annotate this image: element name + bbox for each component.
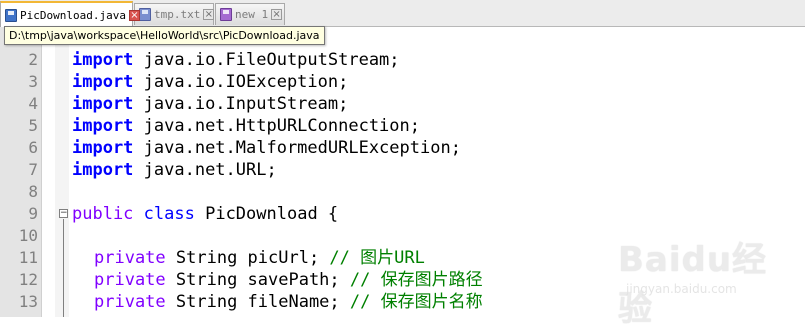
- line-number: 5: [28, 116, 38, 135]
- code-rest: java.net.MalformedURLException;: [133, 138, 461, 158]
- line-number: 8: [28, 182, 38, 201]
- code-line: 7 import java.net.URL;: [0, 159, 805, 181]
- code-text: private String savePath; // 保存图片路径: [94, 269, 483, 291]
- code-line: 2 import java.io.FileOutputStream;: [0, 49, 805, 71]
- code-rest: String picUrl;: [165, 248, 330, 268]
- code-text: private String fileName; // 保存图片名称: [94, 291, 483, 313]
- line-number: 11: [18, 248, 38, 267]
- code-text: import java.net.URL;: [72, 159, 277, 181]
- tab-label: PicDownload.java: [20, 8, 126, 22]
- code-rest: String fileName;: [165, 292, 350, 312]
- code-line: 12 private String savePath; // 保存图片路径: [0, 269, 805, 291]
- line-number: 2: [28, 50, 38, 69]
- keyword: import: [72, 116, 134, 136]
- code-rest: java.io.InputStream;: [133, 94, 349, 114]
- keyword: import: [72, 160, 134, 180]
- keyword: import: [72, 50, 134, 70]
- keyword: import: [72, 138, 134, 158]
- close-icon[interactable]: ×: [128, 9, 140, 21]
- code-line: 8: [0, 181, 805, 203]
- saved-file-icon: [5, 8, 17, 22]
- code-text: import java.io.FileOutputStream;: [72, 49, 400, 71]
- code-text: import java.net.MalformedURLException;: [72, 137, 461, 159]
- code-line: 4 import java.io.InputStream;: [0, 93, 805, 115]
- comment: // 图片URL: [329, 248, 425, 268]
- modifier: public: [72, 204, 134, 224]
- keyword: import: [72, 94, 134, 114]
- code-rest: String savePath;: [165, 270, 350, 290]
- modifier: private: [94, 270, 166, 290]
- line-number: 7: [28, 160, 38, 179]
- keyword: import: [72, 72, 134, 92]
- code-line: 10: [0, 225, 805, 247]
- code-line: 5 import java.net.HttpURLConnection;: [0, 115, 805, 137]
- line-number: 4: [28, 94, 38, 113]
- line-number: 12: [18, 270, 38, 289]
- file-path-tooltip: D:\tmp\java\workspace\HelloWorld\src\Pic…: [4, 26, 325, 45]
- modifier: private: [94, 292, 166, 312]
- code-rest: java.net.HttpURLConnection;: [133, 116, 420, 136]
- code-rest: java.net.URL;: [133, 160, 277, 180]
- line-number: 3: [28, 72, 38, 91]
- code-text: import java.net.HttpURLConnection;: [72, 115, 420, 137]
- comment: // 保存图片路径: [349, 270, 483, 290]
- code-text: public class PicDownload {: [72, 203, 338, 225]
- tab-picdownload-java[interactable]: PicDownload.java ×: [0, 1, 140, 27]
- modifier: private: [94, 248, 166, 268]
- comment: // 保存图片名称: [349, 292, 483, 312]
- line-number: 10: [18, 226, 38, 245]
- code-rest: PicDownload {: [194, 204, 339, 224]
- line-number: 6: [28, 138, 38, 157]
- code-editor[interactable]: 1 2 import java.io.FileOutputStream; 3 i…: [0, 20, 805, 317]
- keyword: class: [143, 204, 195, 224]
- code-text: private String picUrl; // 图片URL: [94, 247, 425, 269]
- code-rest: java.io.IOException;: [133, 72, 349, 92]
- line-number: 9: [28, 204, 38, 223]
- code-text: import java.io.InputStream;: [72, 93, 348, 115]
- code-line: 6 import java.net.MalformedURLException;: [0, 137, 805, 159]
- code-line: 9 − public class PicDownload {: [0, 203, 805, 225]
- code-line: 13 private String fileName; // 保存图片名称: [0, 291, 805, 313]
- code-line: 3 import java.io.IOException;: [0, 71, 805, 93]
- line-number: 13: [18, 292, 38, 311]
- code-text: import java.io.IOException;: [72, 71, 348, 93]
- code-line: 11 private String picUrl; // 图片URL: [0, 247, 805, 269]
- code-rest: java.io.FileOutputStream;: [133, 50, 400, 70]
- fold-toggle-icon[interactable]: −: [59, 209, 68, 218]
